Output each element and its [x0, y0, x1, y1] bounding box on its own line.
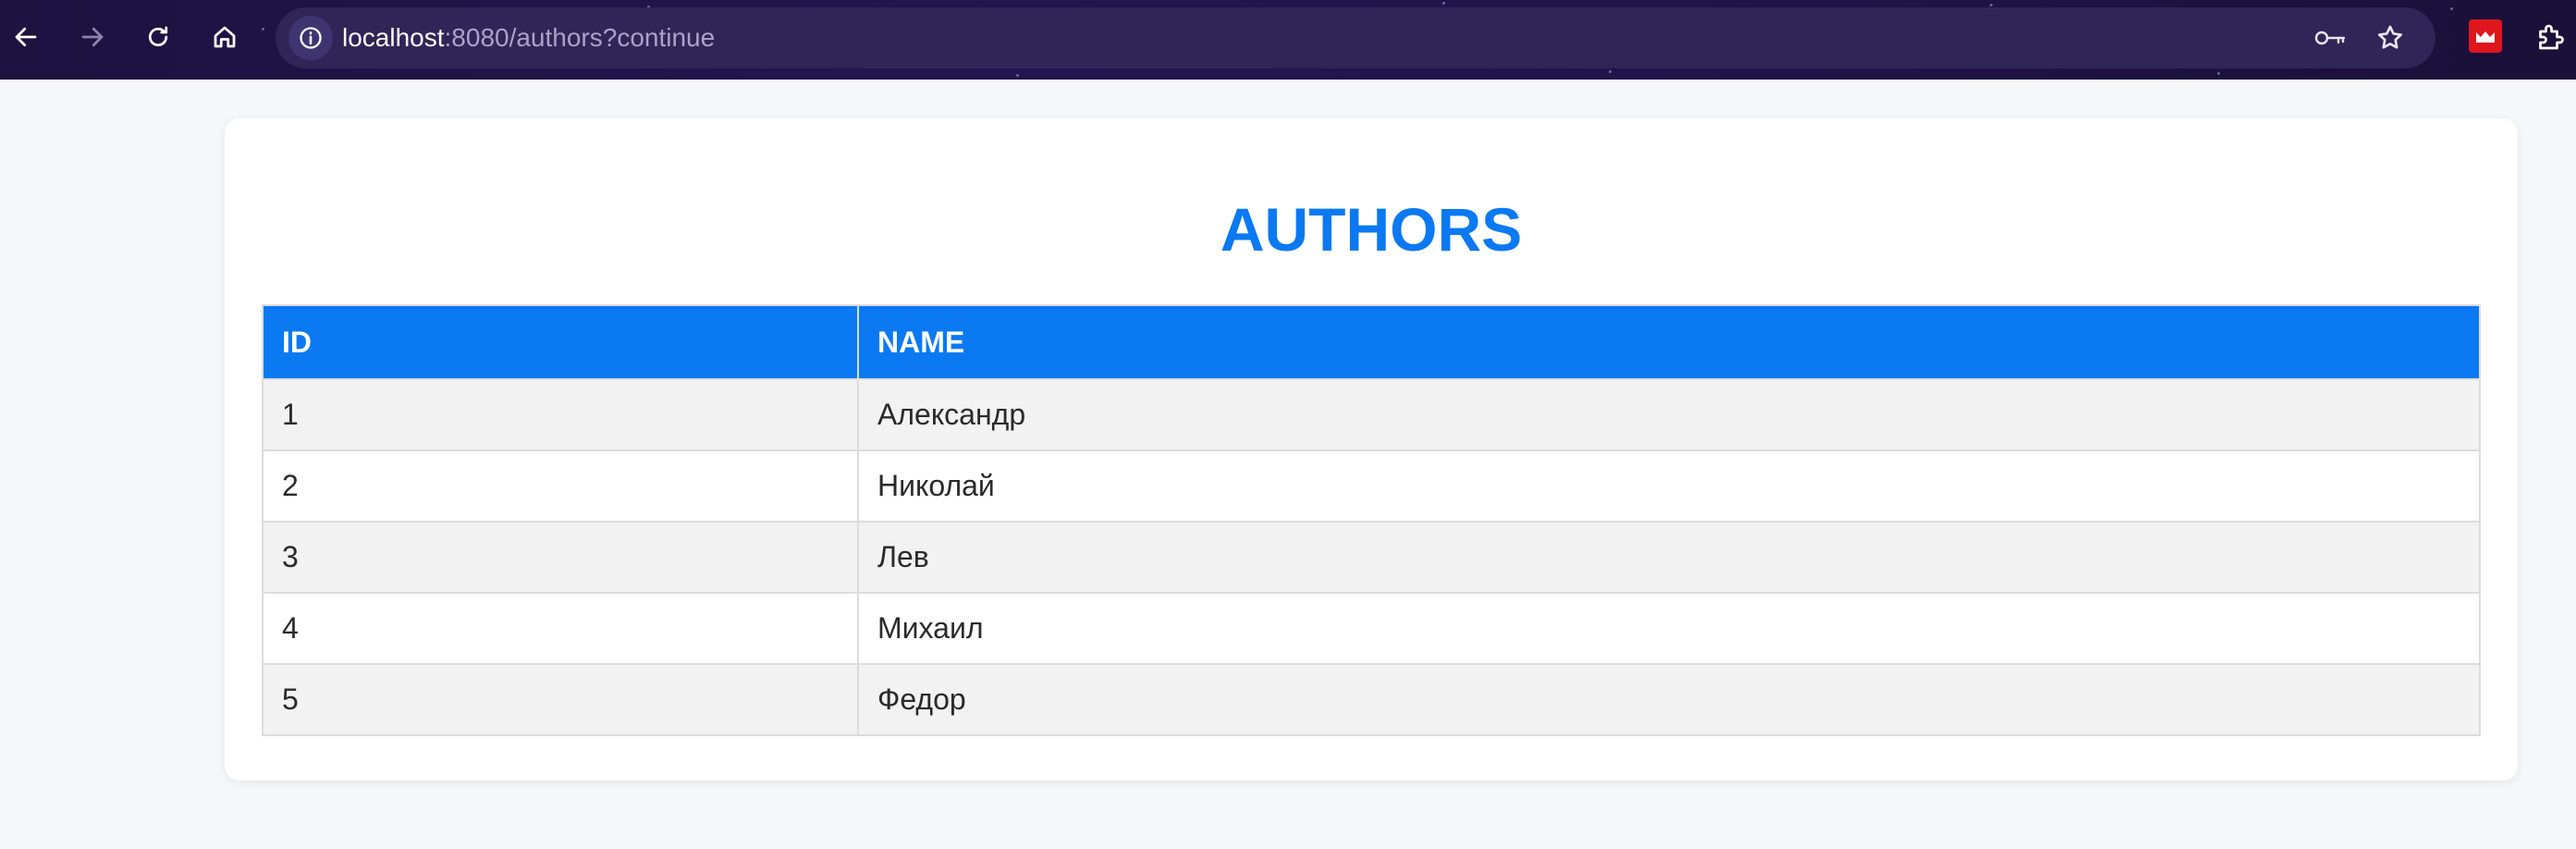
url-path: :8080/authors?continue [444, 23, 716, 52]
table-row: 3 Лев [262, 521, 2481, 594]
url-host: localhost [342, 23, 445, 52]
background-star [1016, 74, 1019, 77]
password-manager-button[interactable] [2312, 19, 2349, 56]
puzzle-icon [2539, 24, 2564, 50]
cell-id: 5 [262, 663, 859, 736]
cell-id: 3 [262, 521, 859, 594]
background-star [2450, 7, 2453, 10]
address-bar[interactable]: localhost:8080/authors?continue [276, 7, 2435, 68]
arrow-left-icon [15, 27, 37, 47]
bookmark-button[interactable] [2372, 19, 2409, 56]
background-star [1442, 2, 1445, 5]
column-header-name: NAME [857, 304, 2481, 380]
column-header-id: ID [262, 304, 859, 380]
cell-name: Александр [857, 378, 2481, 451]
reload-button[interactable] [136, 15, 180, 59]
home-icon [214, 26, 236, 48]
extensions-menu-button[interactable] [2530, 17, 2570, 57]
extension-button[interactable] [2469, 19, 2502, 53]
cell-id: 2 [262, 449, 859, 523]
extension-icon [2476, 31, 2495, 43]
table-row: 1 Александр [262, 378, 2481, 451]
back-button[interactable] [4, 15, 48, 59]
cell-id: 4 [262, 592, 859, 665]
arrow-right-icon [81, 27, 104, 47]
cell-name: Михаил [857, 592, 2481, 665]
star-icon [2377, 25, 2403, 49]
key-icon [2314, 31, 2346, 45]
info-icon [300, 27, 322, 49]
forward-button[interactable] [70, 15, 115, 59]
background-star [1609, 70, 1612, 73]
site-info-button[interactable] [288, 16, 333, 60]
authors-table: ID NAME 1 Александр 2 Николай 3 Лев 4 Ми… [262, 304, 2481, 736]
table-header-row: ID NAME [262, 304, 2481, 380]
cell-id: 1 [262, 378, 859, 451]
table-row: 2 Николай [262, 449, 2481, 523]
browser-toolbar: localhost:8080/authors?continue [0, 0, 2576, 80]
background-star [1990, 4, 1993, 6]
table-row: 5 Федор [262, 663, 2481, 736]
page-title: AUTHORS [1220, 195, 1523, 264]
table-row: 4 Михаил [262, 592, 2481, 665]
url-text[interactable]: localhost:8080/authors?continue [342, 7, 715, 68]
background-star [2217, 72, 2220, 75]
content-card: AUTHORS ID NAME 1 Александр 2 Николай 3 … [225, 118, 2518, 781]
home-button[interactable] [202, 15, 247, 59]
cell-name: Николай [857, 449, 2481, 523]
cell-name: Лев [857, 521, 2481, 594]
cell-name: Федор [857, 663, 2481, 736]
background-star [262, 28, 264, 31]
reload-icon [148, 26, 168, 47]
